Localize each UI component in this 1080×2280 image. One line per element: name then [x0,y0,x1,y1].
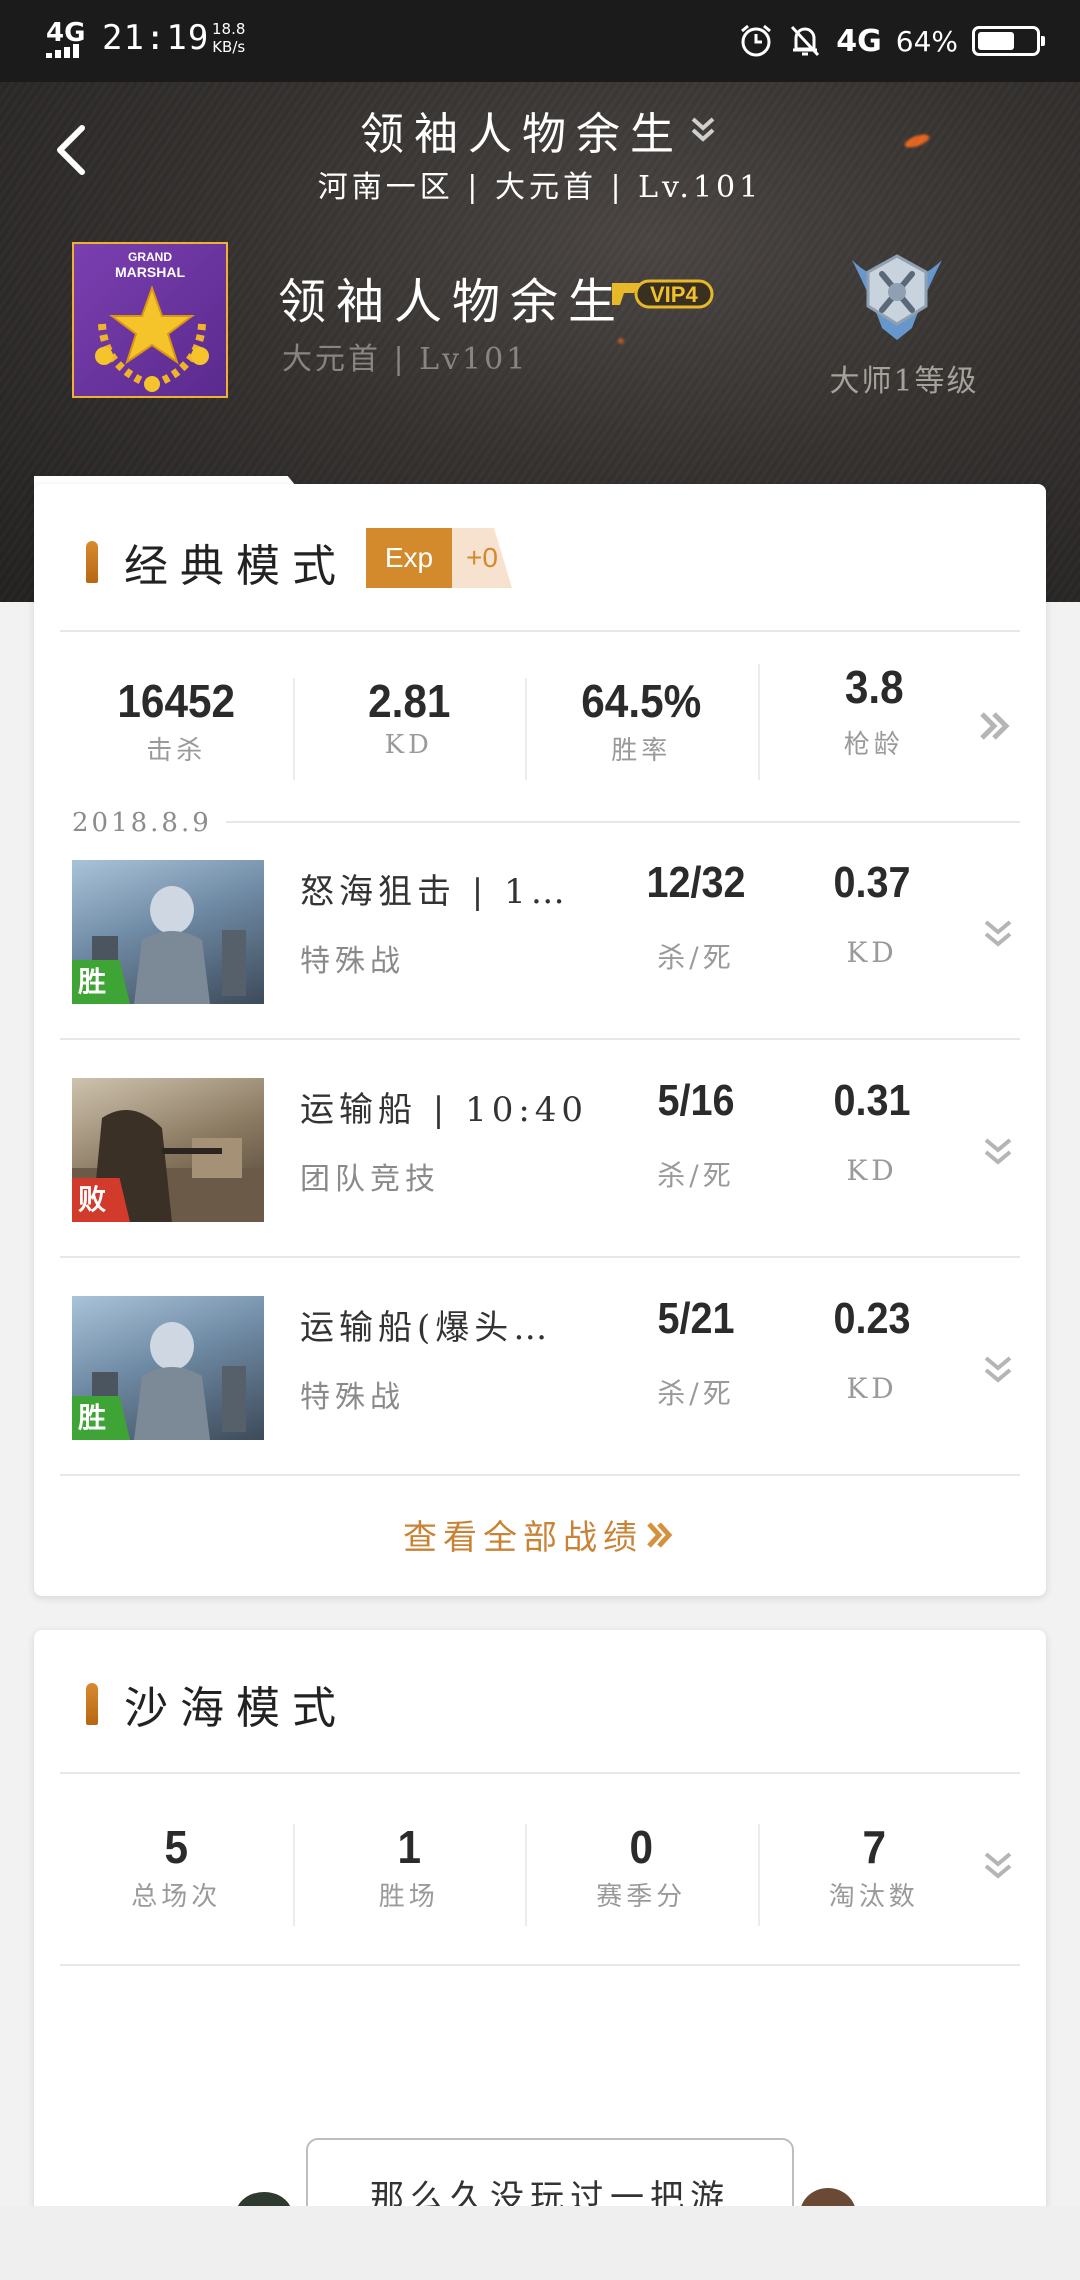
speed-unit: KB/s [212,38,246,56]
match-map-image: 胜 [72,1296,264,1440]
player-name: 领袖人物余生 [278,274,627,330]
classic-mode-header: 经典模式 [86,530,348,594]
divider [60,1772,1020,1774]
stat-season-points: 0 赛季分 [525,1820,758,1930]
battery-percent: 64% [895,24,958,58]
network-type-right: 4G [836,23,882,59]
match-title: 怒海狙击 | 1… [300,872,570,912]
stat-label: 赛季分 [596,1882,687,1912]
match-score: 5/16 [657,1076,735,1125]
match-row[interactable]: 胜 运输船(爆头… 特殊战 5/21 杀/死 0.23 KD [34,1258,1046,1476]
battery-icon [972,26,1045,56]
header-title: 领袖人物余生 [360,109,684,160]
match-kd-label: KD [846,1372,898,1405]
desert-stats-row[interactable]: 5 总场次 1 胜场 0 赛季分 7 淘汰数 [60,1820,990,1930]
marshal-star-icon [95,285,209,392]
stat-value: 5 [164,1821,189,1873]
stat-total-matches: 5 总场次 [60,1820,293,1930]
stat-label: KD [384,730,433,760]
stat-value: 64.5% [581,675,702,727]
chevron-down-icon[interactable] [978,914,1018,954]
stat-wins: 1 胜场 [292,1820,526,1930]
bullet-icon [86,1683,98,1725]
chevron-down-icon[interactable] [978,1350,1018,1390]
match-kd: 0.23 [833,1294,911,1343]
match-type: 特殊战 [300,1380,405,1415]
stat-value: 0 [629,1821,654,1873]
stat-label: 胜场 [378,1882,439,1912]
match-kd: 0.37 [833,858,911,907]
match-score: 5/21 [657,1294,735,1343]
chevron-down-icon [691,117,715,142]
tier-badge-icon [852,254,942,340]
bottom-bar [0,2206,1080,2280]
stat-label: 淘汰数 [828,1882,919,1912]
view-all-label: 查看全部战绩 [403,1518,643,1558]
stat-value: 7 [861,1821,886,1873]
exp-tag: Exp +0 [366,528,512,588]
chevron-down-icon[interactable] [978,1846,1018,1886]
stat-label: 枪龄 [843,730,904,760]
match-score: 12/32 [646,858,746,907]
match-kd-label: KD [846,936,898,969]
stat-gun-age: 3.8 枪龄 [757,660,991,784]
divider [60,1964,1020,1966]
exp-value: +0 [452,528,512,588]
classic-mode-title: 经典模式 [124,541,348,592]
tier-label: 大师1等级 [829,364,979,399]
match-row[interactable]: 败 运输船 | 10:40 团队竞技 5/16 杀/死 0.31 KD [34,1040,1046,1258]
stat-value: 16452 [117,675,236,727]
match-map-image: 胜 [72,860,264,1004]
stat-label: 击杀 [146,736,207,766]
match-type: 特殊战 [300,944,405,979]
exp-label: Exp [366,528,452,588]
bullet-icon [86,541,98,583]
double-chevron-right-icon [647,1521,673,1548]
chevron-right-icon[interactable] [974,706,1014,746]
match-kd-label: KD [846,1154,898,1187]
match-score-label: 杀/死 [657,1377,735,1410]
divider [60,630,1020,632]
match-title: 运输船 | 10:40 [300,1090,589,1130]
stat-kd: 2.81 KD [292,674,526,784]
speed-value: 18.8 [212,20,246,38]
stat-value: 3.8 [844,661,904,713]
stat-kills: 16452 击杀 [60,674,293,784]
avatar[interactable]: GRAND MARSHAL [72,242,228,398]
stat-win-rate: 64.5% 胜率 [525,674,758,784]
spark-decoration [618,338,624,344]
alarm-icon [741,24,772,57]
stat-eliminations: 7 淘汰数 [757,1820,991,1930]
stat-value: 2.81 [367,675,450,727]
vip-level: VIP4 [650,282,698,307]
chevron-down-icon[interactable] [978,1132,1018,1172]
match-map-image: 败 [72,1078,264,1222]
match-date: 2018.8.9 [72,808,226,838]
match-row[interactable]: 胜 怒海狙击 | 1… 特殊战 12/32 杀/死 0.37 KD [34,822,1046,1040]
battery-fill [978,32,1014,50]
header-subtitle: 河南一区 | 大元首 | Lv.101 [317,170,763,205]
spark-decoration [903,131,931,151]
desert-mode-title: 沙海模式 [124,1683,348,1734]
match-title: 运输船(爆头… [300,1308,553,1348]
account-switcher[interactable]: 领袖人物余生 [360,100,718,160]
classic-stats-row[interactable]: 16452 击杀 2.81 KD 64.5% 胜率 3.8 枪龄 [60,661,990,784]
clock: 21:19 [102,18,210,58]
player-rank-level: 大元首 | Lv101 [282,342,529,377]
match-score-label: 杀/死 [657,941,735,974]
match-score-label: 杀/死 [657,1159,735,1192]
vip-badge: VIP4 [610,275,716,313]
match-kd: 0.31 [833,1076,911,1125]
stat-label: 总场次 [131,1882,222,1912]
status-bar: 4G 21:19 18.8 KB/s 4G 64% [0,0,1080,82]
stat-value: 1 [396,1821,421,1873]
notification-off-icon [791,25,820,57]
signal-icon [46,44,80,58]
match-type: 团队竞技 [300,1162,440,1197]
divider [60,1474,1020,1476]
view-all-records-link[interactable]: 查看全部战绩 [34,1484,1046,1564]
stat-label: 胜率 [611,736,672,766]
desert-mode-header: 沙海模式 [86,1672,348,1736]
network-speed: 18.8 KB/s [212,20,245,56]
